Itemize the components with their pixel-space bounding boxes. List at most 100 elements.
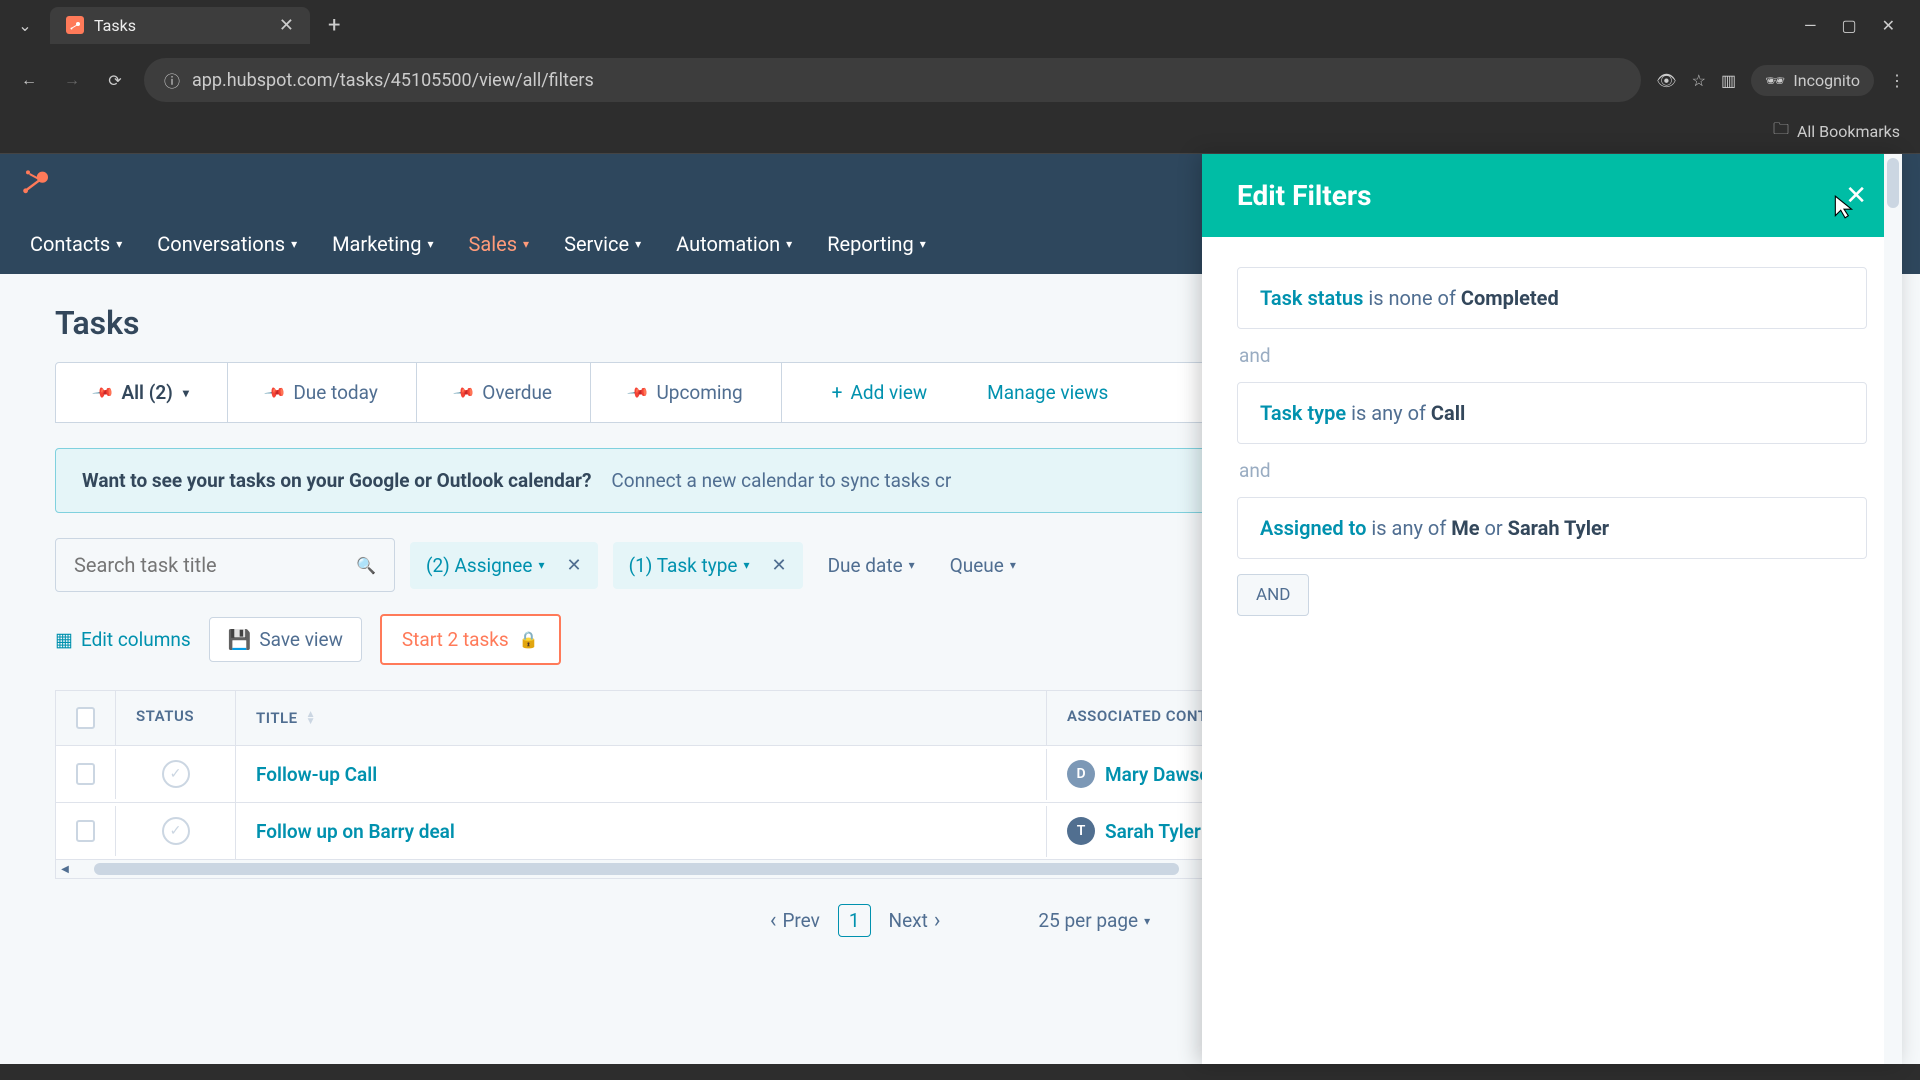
status-toggle[interactable]: ✓	[162, 760, 190, 788]
queue-filter[interactable]: Queue▾	[940, 542, 1026, 589]
close-window-icon[interactable]: ✕	[1882, 16, 1895, 35]
incognito-badge[interactable]: 🕶 Incognito	[1751, 65, 1874, 96]
hubspot-logo-icon[interactable]	[20, 166, 52, 202]
chevron-down-icon: ▾	[1010, 558, 1016, 572]
nav-automation[interactable]: Automation▾	[676, 232, 792, 256]
row-checkbox[interactable]	[76, 820, 95, 842]
save-icon: 💾	[228, 628, 252, 651]
start-tasks-button[interactable]: Start 2 tasks 🔒	[380, 614, 561, 665]
manage-views-link[interactable]: Manage views	[987, 381, 1108, 404]
plus-icon: +	[832, 381, 843, 404]
per-page-select[interactable]: 25 per page ▾	[1038, 909, 1150, 932]
header-title[interactable]: TITLE ▲▼	[236, 691, 1047, 745]
contact-link[interactable]: Sarah Tyler	[1105, 820, 1201, 843]
and-separator: and	[1237, 444, 1867, 497]
panel-header: Edit Filters ✕	[1202, 154, 1902, 237]
tab-list-dropdown[interactable]: ⌄	[10, 10, 40, 40]
and-separator: and	[1237, 329, 1867, 382]
task-title-link[interactable]: Follow-up Call	[236, 749, 1047, 800]
chevron-down-icon: ▾	[523, 237, 529, 251]
due-date-filter[interactable]: Due date▾	[818, 542, 925, 589]
incognito-label: Incognito	[1793, 71, 1860, 90]
row-checkbox[interactable]	[76, 763, 95, 785]
assignee-filter-chip[interactable]: (2) Assignee▾ ✕	[410, 542, 598, 589]
reload-button[interactable]: ⟳	[101, 66, 129, 94]
view-tab-due-today[interactable]: 📌 Due today	[228, 363, 417, 422]
chevron-down-icon: ▾	[909, 558, 915, 572]
folder-icon: 🗀	[1773, 118, 1789, 145]
next-page-button[interactable]: Next ›	[889, 908, 941, 933]
lock-icon: 🔒	[519, 630, 539, 649]
current-page[interactable]: 1	[838, 904, 871, 937]
new-tab-button[interactable]: +	[320, 13, 348, 38]
nav-contacts[interactable]: Contacts▾	[30, 232, 122, 256]
filter-condition[interactable]: Task type is any of Call	[1237, 382, 1867, 444]
chevron-down-icon: ▾	[538, 558, 544, 572]
chevron-down-icon: ▾	[920, 237, 926, 251]
scroll-left-icon[interactable]: ◀	[56, 864, 74, 875]
app-viewport: Contacts▾ Conversations▾ Marketing▾ Sale…	[0, 154, 1920, 1064]
add-and-button[interactable]: AND	[1237, 574, 1309, 616]
url-text: app.hubspot.com/tasks/45105500/view/all/…	[192, 70, 1621, 91]
tab-bar: ⌄ Tasks ✕ + — ▢ ✕	[0, 0, 1920, 50]
chevron-down-icon: ▾	[1144, 914, 1150, 928]
panel-title: Edit Filters	[1237, 179, 1372, 212]
chevron-down-icon: ▾	[183, 386, 189, 400]
save-view-button[interactable]: 💾 Save view	[209, 617, 362, 662]
browser-menu-icon[interactable]: ⋮	[1889, 71, 1905, 90]
all-bookmarks-button[interactable]: 🗀 All Bookmarks	[1773, 118, 1900, 145]
panel-body: Task status is none of Completed and Tas…	[1202, 237, 1902, 646]
view-tab-upcoming[interactable]: 📌 Upcoming	[591, 363, 782, 422]
close-panel-button[interactable]: ✕	[1845, 181, 1867, 211]
view-tab-overdue[interactable]: 📌 Overdue	[417, 363, 591, 422]
filter-condition[interactable]: Task status is none of Completed	[1237, 267, 1867, 329]
maximize-icon[interactable]: ▢	[1841, 16, 1856, 35]
nav-sales[interactable]: Sales▾	[468, 232, 529, 256]
side-panel-icon[interactable]: ▥	[1721, 71, 1736, 90]
avatar: D	[1067, 760, 1095, 788]
chevron-down-icon: ▾	[291, 237, 297, 251]
search-input-wrapper: 🔍	[55, 538, 395, 592]
scroll-thumb[interactable]	[1887, 158, 1899, 208]
tasktype-filter-chip[interactable]: (1) Task type▾ ✕	[613, 542, 803, 589]
bookmark-star-icon[interactable]: ☆	[1692, 71, 1706, 90]
avatar: T	[1067, 817, 1095, 845]
tab-close-icon[interactable]: ✕	[279, 15, 294, 36]
remove-filter-icon[interactable]: ✕	[771, 555, 786, 576]
nav-conversations[interactable]: Conversations▾	[157, 232, 297, 256]
add-view-button[interactable]: + Add view	[802, 363, 958, 422]
nav-reporting[interactable]: Reporting▾	[827, 232, 926, 256]
url-box[interactable]: ⓘ app.hubspot.com/tasks/45105500/view/al…	[144, 58, 1641, 102]
filter-condition[interactable]: Assigned to is any of Me or Sarah Tyler	[1237, 497, 1867, 559]
search-icon[interactable]: 🔍	[356, 556, 376, 575]
search-input[interactable]	[74, 553, 356, 577]
banner-text: Connect a new calendar to sync tasks cr	[611, 469, 951, 492]
view-tab-all[interactable]: 📌 All (2) ▾	[56, 363, 228, 422]
chevron-down-icon: ▾	[743, 558, 749, 572]
back-button[interactable]: ←	[15, 66, 43, 94]
columns-icon: ▦	[55, 628, 73, 651]
panel-scrollbar[interactable]	[1884, 154, 1902, 1064]
sort-icon: ▲▼	[306, 711, 316, 725]
prev-page-button[interactable]: ‹ Prev	[770, 908, 820, 933]
status-toggle[interactable]: ✓	[162, 817, 190, 845]
edit-filters-panel: Edit Filters ✕ Task status is none of Co…	[1202, 154, 1902, 1064]
browser-tab[interactable]: Tasks ✕	[50, 7, 310, 44]
nav-marketing[interactable]: Marketing▾	[332, 232, 433, 256]
select-all-checkbox[interactable]	[76, 707, 95, 729]
nav-service[interactable]: Service▾	[564, 232, 641, 256]
scroll-thumb[interactable]	[94, 863, 1179, 875]
header-status[interactable]: STATUS	[116, 691, 236, 745]
task-title-link[interactable]: Follow up on Barry deal	[236, 806, 1047, 857]
site-info-icon[interactable]: ⓘ	[164, 68, 180, 92]
minimize-icon[interactable]: —	[1804, 16, 1817, 35]
eye-off-icon[interactable]: 👁	[1656, 71, 1676, 90]
pin-icon: 📌	[91, 381, 115, 404]
pin-icon: 📌	[626, 381, 650, 404]
select-all-header	[56, 691, 116, 745]
window-controls: — ▢ ✕	[1789, 16, 1910, 35]
edit-columns-button[interactable]: ▦ Edit columns	[55, 628, 191, 651]
remove-filter-icon[interactable]: ✕	[566, 555, 581, 576]
all-bookmarks-label: All Bookmarks	[1797, 122, 1900, 141]
forward-button[interactable]: →	[58, 66, 86, 94]
